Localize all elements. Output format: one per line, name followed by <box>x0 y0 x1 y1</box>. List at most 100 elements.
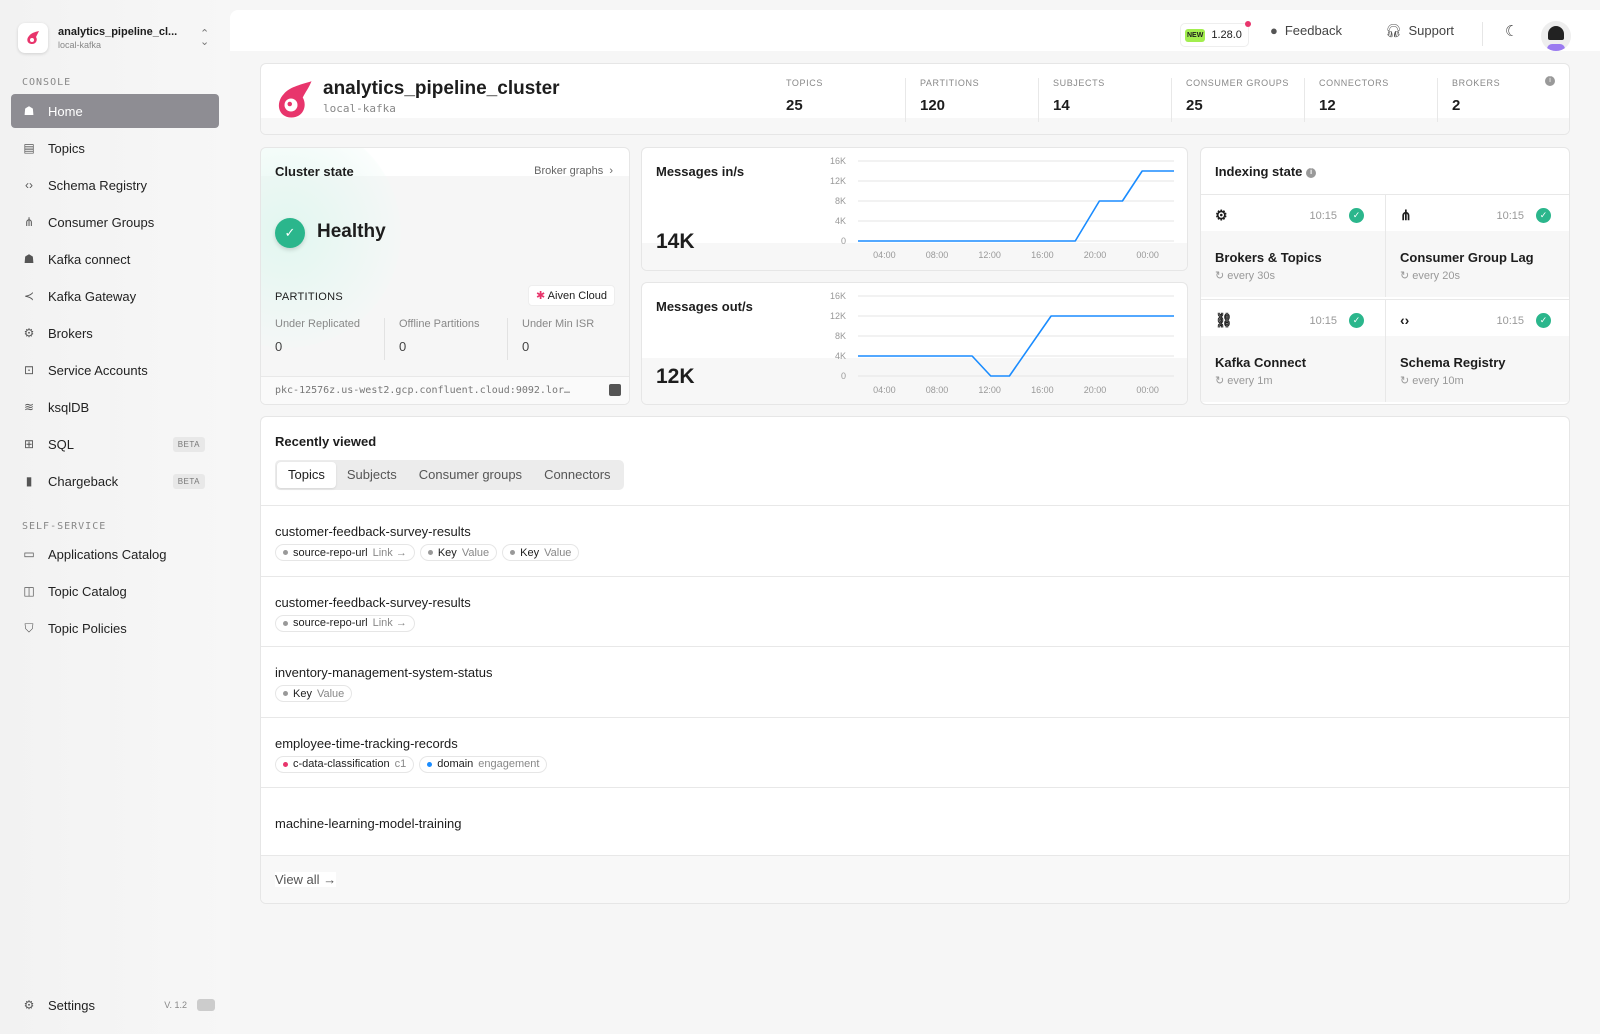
topic-tag[interactable]: Key Value <box>502 544 580 561</box>
sidebar-item-service-accounts[interactable]: ⊡ Service Accounts <box>11 353 219 387</box>
broker-graphs-link[interactable]: Broker graphs › <box>534 165 613 177</box>
metric-label: Offline Partitions <box>399 318 480 330</box>
avatar[interactable] <box>1541 21 1571 51</box>
tab-topics[interactable]: Topics <box>277 462 336 488</box>
headphones-icon: 🎧︎ <box>1385 22 1402 38</box>
feedback-button[interactable]: ● Feedback <box>1270 10 1342 51</box>
stat-topics[interactable]: TOPICS 25 <box>772 78 823 122</box>
health-status: Healthy <box>317 221 386 242</box>
stat-partitions[interactable]: PARTITIONS 120 <box>905 78 979 122</box>
cluster-state-title: Cluster state <box>275 164 354 179</box>
stat-connectors[interactable]: CONNECTORS 12 <box>1304 78 1389 122</box>
partition-metric: Offline Partitions 0 <box>384 318 507 360</box>
sidebar-toggle[interactable] <box>197 999 215 1011</box>
recent-tabs: Topics Subjects Consumer groups Connectors <box>275 460 624 490</box>
app-version: V. 1.2 <box>164 1000 187 1010</box>
sidebar-item-label: Chargeback <box>48 473 119 489</box>
indexing-item[interactable]: ‹› 10:15 ✓ Schema Registry ↻ every 10m <box>1386 299 1569 402</box>
sidebar-item-label: Home <box>48 103 83 119</box>
sidebar-item-topic-policies[interactable]: ⛉ Topic Policies <box>11 611 219 645</box>
catalog-icon: ◫ <box>23 584 35 598</box>
indexing-item[interactable]: ⋔ 10:15 ✓ Consumer Group Lag ↻ every 20s <box>1386 194 1569 297</box>
x-tick-label: 20:00 <box>1084 250 1107 260</box>
moon-icon: ☾ <box>1505 22 1519 40</box>
dark-mode-toggle[interactable]: ☾ <box>1505 10 1518 51</box>
hierarchy-icon: ⋔ <box>1400 207 1412 223</box>
sidebar-item-kafka-connect[interactable]: ☗ Kafka connect <box>11 242 219 276</box>
stat-consumer-groups[interactable]: CONSUMER GROUPS 25 <box>1171 78 1289 122</box>
index-frequency: ↻ every 1m <box>1215 374 1273 387</box>
topic-tag[interactable]: Key Value <box>419 544 498 561</box>
indexing-title: Indexing state i <box>1215 164 1317 179</box>
bar-chart-icon: ▮ <box>25 474 33 488</box>
stat-value: 120 <box>920 97 946 114</box>
index-frequency: ↻ every 10m <box>1400 374 1464 387</box>
messages-out-card: Messages out/s 12K 0 4K 8K 12K 16K 04:00 08:00… <box>641 282 1188 405</box>
stat-brokers[interactable]: BROKERS 2 <box>1437 78 1500 122</box>
x-tick-label: 04:00 <box>873 250 896 260</box>
sidebar-item-home[interactable]: ☗ Home <box>11 94 219 128</box>
service-account-icon: ⊡ <box>23 363 35 377</box>
topic-tag[interactable]: Key Value <box>275 685 353 702</box>
y-tick-label: 8K <box>835 196 846 206</box>
topic-tag[interactable]: c-data-classification c1 <box>275 755 415 773</box>
recent-topic-row[interactable]: customer-feedback-survey-results source-r… <box>261 505 1569 575</box>
sidebar-item-kafka-gateway[interactable]: ≺ Kafka Gateway <box>11 279 219 313</box>
link-icon: ⛓ <box>1215 312 1233 328</box>
topic-tag[interactable]: source-repo-url Link → <box>275 544 415 561</box>
indexing-item[interactable]: ⛓ 10:15 ✓ Kafka Connect ↻ every 1m <box>1201 299 1386 402</box>
refresh-icon: ↻ <box>1215 270 1228 282</box>
sidebar-item-schema-registry[interactable]: ‹› Schema Registry <box>11 168 219 202</box>
recent-topic-row[interactable]: customer-feedback-survey-results source-r… <box>261 575 1569 646</box>
index-time: 10:15 <box>1496 315 1524 327</box>
sidebar-item-topics[interactable]: ▤ Topics <box>11 131 219 165</box>
recent-topic-row[interactable]: inventory-management-system-status Key Val… <box>261 646 1569 716</box>
tag-key: Key <box>437 546 457 559</box>
topic-tag[interactable]: source-repo-url Link → <box>275 614 415 632</box>
tab-connectors[interactable]: Connectors <box>533 462 621 488</box>
tag-key: Key <box>520 546 540 559</box>
stat-subjects[interactable]: SUBJECTS 14 <box>1038 78 1105 122</box>
x-tick-label: 16:00 <box>1031 250 1054 260</box>
sidebar-item-brokers[interactable]: ⚙ Brokers <box>11 316 219 350</box>
sidebar-item-topic-catalog[interactable]: ◫ Topic Catalog <box>11 574 219 608</box>
recent-topic-row[interactable]: employee-time-tracking-records c-data-cla… <box>261 716 1569 787</box>
topics-icon: ▤ <box>23 141 35 155</box>
sidebar-item-chargeback[interactable]: ▮ Chargeback BETA <box>11 464 219 498</box>
recent-topic-row[interactable]: machine-learning-model-training <box>261 787 1569 857</box>
x-tick-label: 08:00 <box>926 385 949 395</box>
info-icon[interactable]: i <box>1545 76 1555 86</box>
topic-tag[interactable]: domain engagement <box>419 755 548 773</box>
tag-dot <box>283 691 288 696</box>
messages-out-chart: 0 4K 8K 12K 16K 04:00 08:00 12:00 16:00 20:00 00:0… <box>830 291 1174 395</box>
tag-value: Link → <box>372 617 407 629</box>
sidebar-item-sql[interactable]: ⊞ SQL BETA <box>11 427 219 461</box>
cluster-selector[interactable]: analytics_pipeline_cl... local-kafka ⌃ ⌄ <box>18 20 218 56</box>
version-badge[interactable]: NEW 1.28.0 <box>1180 21 1251 47</box>
indexing-item[interactable]: ⚙ 10:15 ✓ Brokers & Topics ↻ every 30s <box>1201 194 1386 297</box>
bootstrap-server-bar: pkc-12576z.us-west2.gcp.confluent.cloud:… <box>261 376 629 404</box>
copy-icon[interactable] <box>609 384 621 396</box>
y-tick-label: 0 <box>841 236 846 246</box>
stat-value: 12 <box>1319 97 1336 114</box>
kafka-logo-icon <box>18 23 48 53</box>
tab-consumer-groups[interactable]: Consumer groups <box>408 462 533 488</box>
tag-key: c-data-classification <box>293 758 390 770</box>
info-icon[interactable]: i <box>1306 167 1317 178</box>
sidebar-item-ksqldb[interactable]: ≋ ksqlDB <box>11 390 219 424</box>
view-all-link[interactable]: View all → <box>275 872 337 887</box>
x-tick-label: 12:00 <box>978 250 1001 260</box>
support-button[interactable]: 🎧︎ Support <box>1385 10 1454 51</box>
sidebar-item-consumer-groups[interactable]: ⋔ Consumer Groups <box>11 205 219 239</box>
partition-metric: Under Replicated 0 <box>261 318 384 360</box>
code-icon: ‹› <box>25 178 33 192</box>
sidebar-item-applications-catalog[interactable]: ▭ Applications Catalog <box>11 537 219 571</box>
support-label: Support <box>1408 23 1455 38</box>
recently-viewed-card: Recently viewed Topics Subjects Consumer g… <box>260 416 1570 904</box>
broker-graphs-label: Broker graphs <box>534 165 604 177</box>
cluster-name: analytics_pipeline_cl... <box>58 26 178 38</box>
series-line <box>858 315 1174 377</box>
tag-dot <box>427 761 433 767</box>
tab-subjects[interactable]: Subjects <box>336 462 408 488</box>
sidebar-item-settings[interactable]: ⚙ Settings V. 1.2 <box>11 988 219 1022</box>
